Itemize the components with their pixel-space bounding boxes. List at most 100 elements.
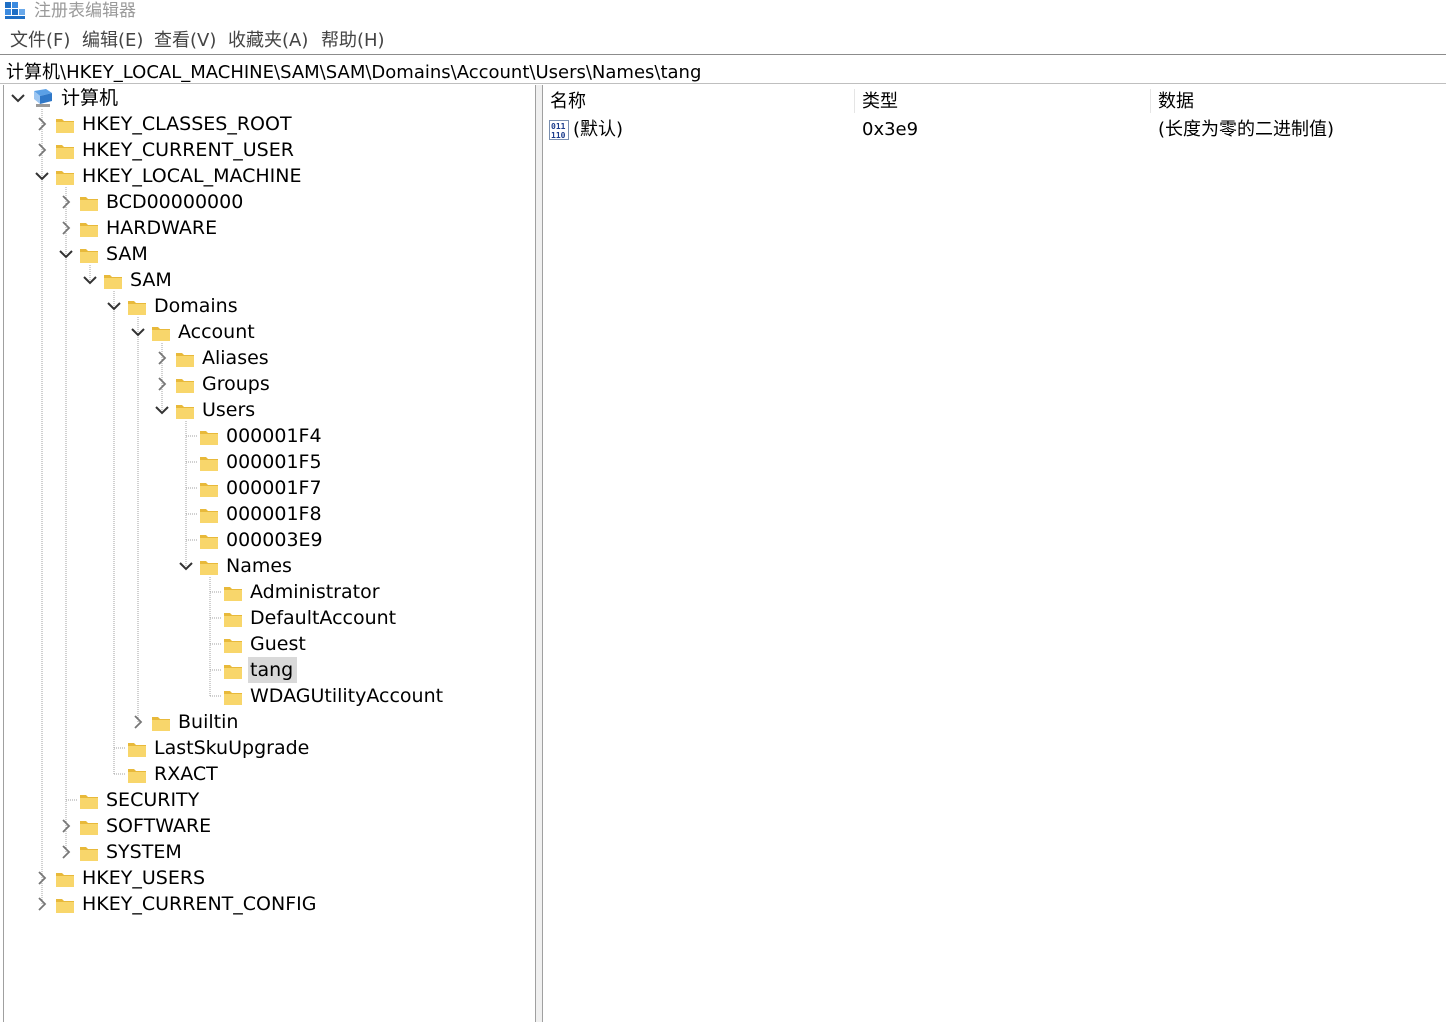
- tree-node-label: 000001F5: [226, 451, 322, 473]
- folder-icon: [127, 766, 147, 784]
- menu-bar: 文件(F) 编辑(E) 查看(V) 收藏夹(A) 帮助(H): [0, 24, 1446, 52]
- tree-node-label: 000001F8: [226, 503, 322, 525]
- folder-icon: [223, 610, 243, 628]
- value-data: (长度为零的二进制值): [1158, 119, 1335, 140]
- folder-icon: [55, 896, 75, 914]
- chevron-right-icon[interactable]: [154, 349, 170, 367]
- value-type: 0x3e9: [862, 119, 919, 140]
- tree-node-label: Guest: [250, 633, 306, 655]
- folder-icon: [55, 116, 75, 134]
- chevron-right-icon[interactable]: [34, 895, 50, 913]
- folder-icon: [79, 818, 99, 836]
- computer-icon: [32, 88, 52, 107]
- tree-node-label: Aliases: [202, 347, 269, 369]
- folder-icon: [223, 662, 243, 680]
- folder-icon: [223, 636, 243, 654]
- chevron-down-icon[interactable]: [82, 271, 98, 289]
- folder-icon: [79, 246, 99, 264]
- chevron-down-icon[interactable]: [10, 89, 26, 107]
- tree-node-label: DefaultAccount: [250, 607, 397, 629]
- tree-node-label: LastSkuUpgrade: [154, 737, 310, 759]
- tree-node-label: tang: [248, 657, 298, 683]
- chevron-down-icon[interactable]: [34, 167, 50, 185]
- folder-icon: [223, 584, 243, 602]
- tree-node-label: SYSTEM: [106, 841, 182, 863]
- svg-text:110: 110: [551, 131, 566, 140]
- chevron-right-icon[interactable]: [58, 193, 74, 211]
- menu-help[interactable]: 帮助(H): [321, 26, 385, 52]
- folder-icon: [103, 272, 123, 290]
- tree-node-label: SOFTWARE: [106, 815, 212, 837]
- column-separator[interactable]: [854, 89, 855, 113]
- chevron-right-icon[interactable]: [34, 141, 50, 159]
- window-title: 注册表编辑器: [34, 1, 136, 20]
- chevron-right-icon[interactable]: [58, 817, 74, 835]
- tree-node-label: 000001F7: [226, 477, 322, 499]
- tree-node-label: RXACT: [154, 763, 218, 785]
- folder-icon: [55, 142, 75, 160]
- chevron-right-icon[interactable]: [58, 843, 74, 861]
- chevron-right-icon[interactable]: [130, 713, 146, 731]
- menu-file[interactable]: 文件(F): [10, 26, 70, 52]
- folder-icon: [151, 714, 171, 732]
- tree-node-label: HKEY_LOCAL_MACHINE: [82, 165, 302, 187]
- tree-node-label: SAM: [106, 243, 148, 265]
- tree-node-label: 计算机: [61, 87, 119, 109]
- binary-value-icon: 011 110: [549, 120, 569, 140]
- tree-node-label: Names: [226, 555, 292, 577]
- chevron-right-icon[interactable]: [34, 869, 50, 887]
- folder-icon: [199, 506, 219, 524]
- chevron-down-icon[interactable]: [106, 297, 122, 315]
- svg-text:011: 011: [551, 122, 566, 131]
- folder-icon: [223, 688, 243, 706]
- menu-edit[interactable]: 编辑(E): [82, 26, 143, 52]
- folder-icon: [199, 454, 219, 472]
- folder-icon: [79, 844, 99, 862]
- column-header-data[interactable]: 数据: [1158, 88, 1194, 116]
- folder-icon: [199, 428, 219, 446]
- folder-icon: [175, 350, 195, 368]
- chevron-down-icon[interactable]: [178, 557, 194, 575]
- tree-node-label: SAM: [130, 269, 172, 291]
- column-header-type[interactable]: 类型: [862, 88, 898, 116]
- tree-node-label: 000001F4: [226, 425, 322, 447]
- address-path[interactable]: 计算机\HKEY_LOCAL_MACHINE\SAM\SAM\Domains\A…: [6, 58, 701, 84]
- folder-icon: [199, 532, 219, 550]
- tree-node-label: HARDWARE: [106, 217, 218, 239]
- value-row[interactable]: 011 110 (默认) 0x3e9 (长度为零的二进制值): [543, 117, 1446, 143]
- address-bar[interactable]: 计算机\HKEY_LOCAL_MACHINE\SAM\SAM\Domains\A…: [0, 54, 1446, 84]
- tree-node-label: 000003E9: [226, 529, 323, 551]
- folder-icon: [199, 558, 219, 576]
- folder-icon: [175, 402, 195, 420]
- chevron-down-icon[interactable]: [130, 323, 146, 341]
- chevron-down-icon[interactable]: [58, 245, 74, 263]
- folder-icon: [79, 220, 99, 238]
- column-separator[interactable]: [1150, 89, 1151, 113]
- column-header-name[interactable]: 名称: [550, 88, 586, 116]
- tree-node-label: Domains: [154, 295, 238, 317]
- folder-icon: [79, 792, 99, 810]
- registry-tree[interactable]: 计算机 HKEY_CLASSES_ROOT HKEY_CURRENT_USER HKE…: [3, 85, 536, 1022]
- tree-node-label: Account: [178, 321, 255, 343]
- menu-view[interactable]: 查看(V): [154, 26, 216, 52]
- folder-icon: [175, 376, 195, 394]
- chevron-right-icon[interactable]: [154, 375, 170, 393]
- tree-node-label: HKEY_USERS: [82, 867, 206, 889]
- tree-node-label: BCD00000000: [106, 191, 244, 213]
- tree-node-label: HKEY_CURRENT_USER: [82, 139, 294, 161]
- folder-icon: [79, 194, 99, 212]
- tree-node-label: WDAGUtilityAccount: [250, 685, 444, 707]
- tree-node-label: HKEY_CURRENT_CONFIG: [82, 893, 317, 915]
- folder-icon: [127, 740, 147, 758]
- title-bar: 注册表编辑器: [0, 0, 1446, 20]
- tree-node-label: Builtin: [178, 711, 239, 733]
- menu-favorites[interactable]: 收藏夹(A): [228, 26, 308, 52]
- value-name: (默认): [573, 119, 624, 140]
- tree-node-label: SECURITY: [106, 789, 200, 811]
- value-list[interactable]: 名称 类型 数据 011 110 (默认) 0x3e9 (长度为零的二进制值): [543, 85, 1446, 1022]
- tree-node-label: HKEY_CLASSES_ROOT: [82, 113, 292, 135]
- chevron-down-icon[interactable]: [154, 401, 170, 419]
- chevron-right-icon[interactable]: [58, 219, 74, 237]
- tree-node-label: Groups: [202, 373, 270, 395]
- chevron-right-icon[interactable]: [34, 115, 50, 133]
